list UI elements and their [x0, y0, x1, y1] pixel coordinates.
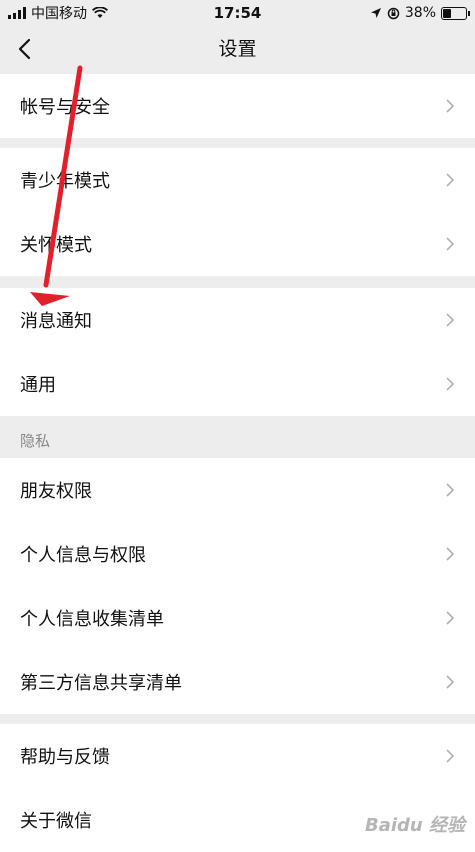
settings-row-care-mode[interactable]: 关怀模式: [0, 212, 475, 276]
row-label: 帮助与反馈: [20, 747, 110, 768]
location-arrow-icon: [370, 8, 381, 18]
settings-row-general[interactable]: 通用: [0, 352, 475, 416]
status-bar: 中国移动 17:54 38%: [0, 0, 475, 26]
section-header-privacy: 隐私: [20, 432, 51, 450]
status-right: 38%: [370, 5, 470, 21]
page-title: 设置: [218, 38, 257, 60]
battery-percent: 38%: [404, 5, 436, 21]
settings-group-notifications: 消息通知 通用: [0, 288, 475, 416]
chevron-right-icon: [446, 547, 455, 561]
row-label: 第三方信息共享清单: [20, 673, 182, 694]
row-label: 青少年模式: [20, 171, 110, 192]
settings-group-modes: 青少年模式 关怀模式: [0, 148, 475, 276]
chevron-right-icon: [446, 237, 455, 251]
chevron-right-icon: [446, 173, 455, 187]
settings-row-help-feedback[interactable]: 帮助与反馈: [0, 724, 475, 788]
orientation-lock-icon: [387, 7, 400, 19]
chevron-right-icon: [446, 313, 455, 327]
settings-row-notifications[interactable]: 消息通知: [0, 288, 475, 352]
row-label: 朋友权限: [20, 481, 92, 502]
battery-level: [443, 8, 451, 18]
chevron-right-icon: [446, 99, 455, 113]
battery-icon: [441, 6, 470, 20]
row-label: 关怀模式: [20, 235, 92, 256]
chevron-right-icon: [446, 377, 455, 391]
row-label: 通用: [20, 375, 56, 396]
settings-group-account: 帐号与安全: [0, 74, 475, 138]
settings-row-account-security[interactable]: 帐号与安全: [0, 74, 475, 138]
row-label: 帐号与安全: [20, 97, 110, 118]
chevron-right-icon: [446, 675, 455, 689]
row-label: 个人信息与权限: [20, 545, 146, 566]
settings-row-friend-permissions[interactable]: 朋友权限: [0, 458, 475, 522]
chevron-right-icon: [446, 749, 455, 763]
row-label: 关于微信: [20, 811, 92, 832]
baidu-watermark: Baidu 经验: [364, 815, 465, 836]
settings-row-personal-info-permissions[interactable]: 个人信息与权限: [0, 522, 475, 586]
chevron-right-icon: [446, 483, 455, 497]
settings-row-teen-mode[interactable]: 青少年模式: [0, 148, 475, 212]
row-label: 个人信息收集清单: [20, 609, 164, 630]
row-label: 消息通知: [20, 311, 92, 332]
settings-group-privacy: 朋友权限 个人信息与权限 个人信息收集清单 第三方信息共享清单: [0, 458, 475, 714]
chevron-right-icon: [446, 611, 455, 625]
navigation-bar: 设置: [0, 26, 475, 72]
settings-row-third-party-sharing[interactable]: 第三方信息共享清单: [0, 650, 475, 714]
settings-row-personal-info-collection[interactable]: 个人信息收集清单: [0, 586, 475, 650]
